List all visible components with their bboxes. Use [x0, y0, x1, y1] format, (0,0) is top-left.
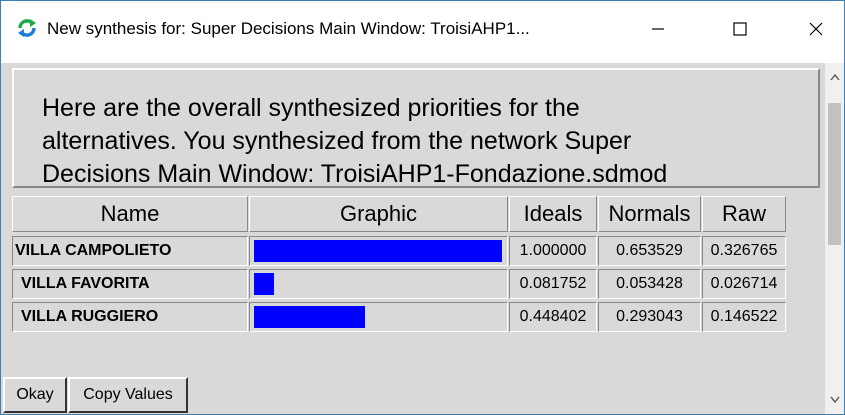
priority-bar	[254, 306, 365, 328]
row-ideals: 0.448402	[509, 302, 597, 332]
scroll-down-button[interactable]	[825, 386, 844, 414]
row-raw: 0.026714	[702, 269, 786, 299]
maximize-button[interactable]	[711, 9, 769, 49]
message-text: Here are the overall synthesized priorit…	[42, 92, 822, 191]
header-ideals[interactable]: Ideals	[509, 196, 597, 232]
row-graphic	[249, 236, 508, 266]
vertical-scrollbar[interactable]	[825, 63, 844, 414]
copy-values-button[interactable]: Copy Values	[68, 377, 188, 413]
close-button[interactable]	[787, 9, 844, 49]
row-ideals: 0.081752	[509, 269, 597, 299]
header-normals[interactable]: Normals	[598, 196, 701, 232]
row-name: VILLA CAMPOLIETO	[12, 236, 248, 266]
chevron-down-icon	[829, 396, 840, 404]
message-line: alternatives. You synthesized from the n…	[42, 127, 632, 155]
message-line: Here are the overall synthesized priorit…	[42, 94, 580, 122]
minimize-icon	[652, 28, 664, 30]
header-graphic[interactable]: Graphic	[249, 196, 508, 232]
content-area: Here are the overall synthesized priorit…	[3, 63, 825, 414]
row-raw: 0.146522	[702, 302, 786, 332]
window-title: New synthesis for: Super Decisions Main …	[47, 19, 530, 38]
row-graphic	[249, 269, 508, 299]
row-ideals: 1.000000	[509, 236, 597, 266]
priority-bar	[254, 240, 502, 262]
maximize-icon	[733, 22, 747, 36]
message-panel: Here are the overall synthesized priorit…	[12, 68, 820, 188]
priority-bar	[254, 273, 274, 295]
close-icon	[809, 22, 823, 36]
row-graphic	[249, 302, 508, 332]
minimize-button[interactable]	[629, 9, 687, 49]
message-line: Decisions Main Window: TroisiAHP1-Fondaz…	[42, 160, 668, 188]
row-name: VILLA RUGGIERO	[12, 302, 248, 332]
title-bar[interactable]: New synthesis for: Super Decisions Main …	[1, 1, 844, 63]
row-normals: 0.053428	[598, 269, 701, 299]
row-raw: 0.326765	[702, 236, 786, 266]
scroll-up-button[interactable]	[825, 63, 844, 91]
row-normals: 0.293043	[598, 302, 701, 332]
chevron-up-icon	[829, 73, 840, 81]
row-name: VILLA FAVORITA	[12, 269, 248, 299]
okay-button[interactable]: Okay	[3, 377, 67, 413]
synthesis-window: New synthesis for: Super Decisions Main …	[0, 0, 845, 415]
header-raw[interactable]: Raw	[702, 196, 786, 232]
row-normals: 0.653529	[598, 236, 701, 266]
app-icon	[16, 17, 38, 39]
header-name[interactable]: Name	[12, 196, 248, 232]
scroll-thumb[interactable]	[828, 103, 841, 245]
